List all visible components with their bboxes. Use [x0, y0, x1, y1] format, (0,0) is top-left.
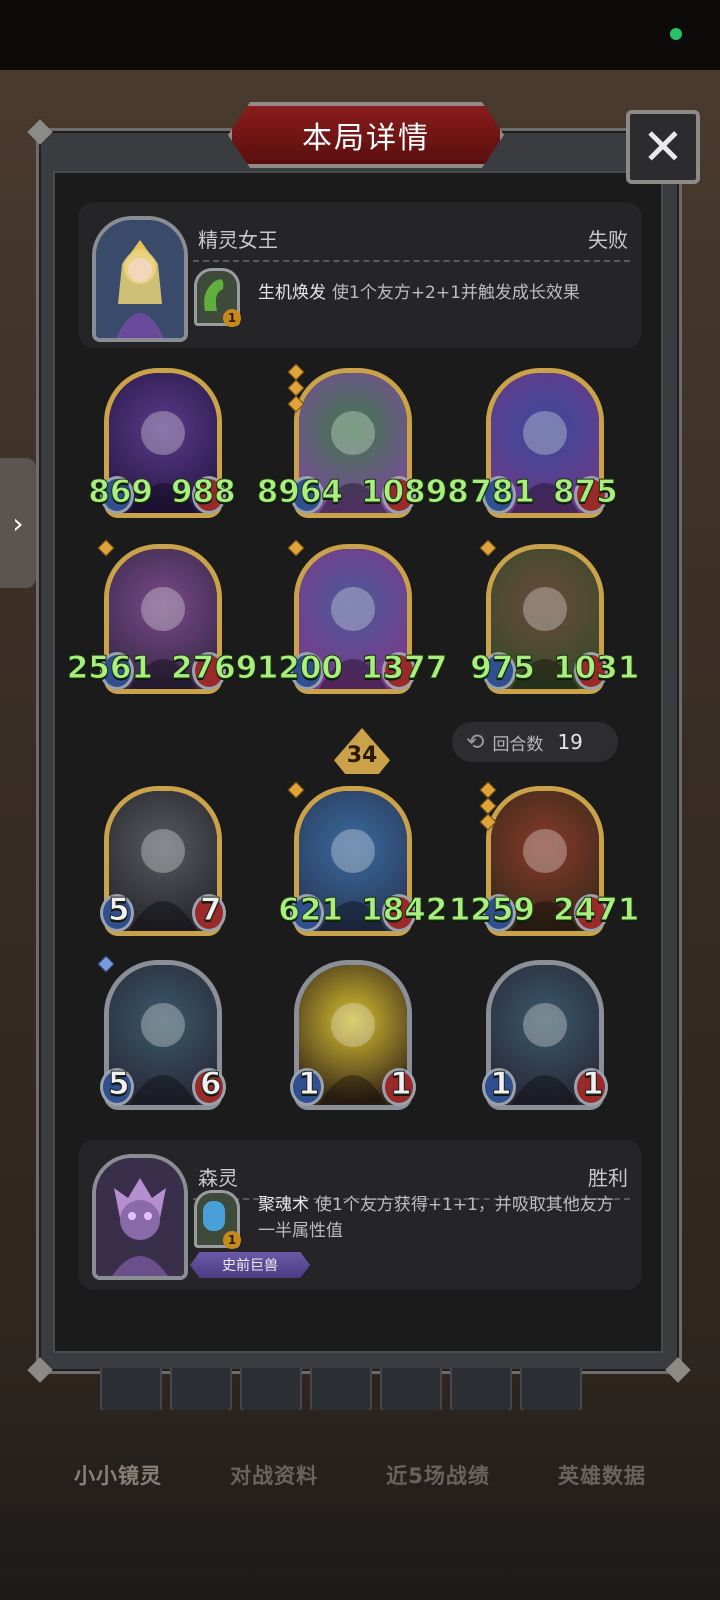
tribe-badge: 史前巨兽 — [190, 1252, 310, 1278]
health-value: 10898 — [361, 474, 470, 511]
match-result: 失败 — [588, 228, 628, 252]
health-value: 875 — [553, 474, 619, 511]
hero-portrait-elf-queen[interactable] — [92, 216, 188, 342]
hero-skill-icon[interactable]: 1 — [194, 268, 241, 327]
bottom-navigation — [0, 1410, 720, 1600]
tavern-tier-value: 34 — [346, 742, 378, 768]
thumbnail[interactable] — [380, 1368, 442, 1416]
attack-value: 1200 — [256, 650, 343, 687]
hero-skill-icon[interactable]: 1 — [194, 1190, 241, 1249]
attack-value: 1 — [490, 1066, 513, 1103]
health-value: 2471 — [552, 892, 640, 929]
attack-value: 1 — [298, 1066, 321, 1103]
hero-name: 精灵女王 — [198, 228, 278, 252]
round-label: 回合数 — [492, 734, 544, 755]
skill-name: 聚魂术 — [258, 1195, 309, 1215]
divider — [193, 260, 630, 262]
thumbnail[interactable] — [100, 1368, 162, 1416]
health-value: 1842 — [360, 892, 448, 929]
health-value: 7 — [200, 892, 223, 929]
thumbnail[interactable] — [450, 1368, 512, 1416]
skill-level-badge: 1 — [223, 1231, 241, 1249]
attack-value: 5 — [108, 1066, 131, 1103]
dialog-title: 本局详情 — [302, 121, 430, 156]
round-value: 19 — [557, 730, 583, 754]
thumbnail[interactable] — [310, 1368, 372, 1416]
health-value: 2769 — [170, 650, 258, 687]
status-indicator-dot — [670, 28, 682, 40]
opponent-hero-block: 精灵女王 失败 1 生机焕发 使1个友方+2+1并触发成长效果 — [78, 202, 642, 348]
skill-desc: 使1个友方获得+1+1，并吸取其他友方一半属性值 — [258, 1195, 614, 1241]
tab-battle-info[interactable]: 对战资料 — [230, 1460, 318, 1490]
health-value: 1031 — [552, 650, 640, 687]
bottom-tabs: 小小镜灵 对战资料 近5场战绩 英雄数据 — [0, 1460, 720, 1490]
attack-value: 781 — [470, 474, 536, 511]
thumbnail[interactable] — [170, 1368, 232, 1416]
hero-name: 森灵 — [198, 1166, 238, 1190]
hero-portrait-forest-spirit[interactable] — [92, 1154, 188, 1280]
thumbnail[interactable] — [520, 1368, 582, 1416]
close-button[interactable]: ✕ — [626, 110, 700, 184]
health-value: 1377 — [360, 650, 448, 687]
thumbnail[interactable] — [240, 1368, 302, 1416]
hero-skill-description: 聚魂术 使1个友方获得+1+1，并吸取其他友方一半属性值 — [258, 1192, 628, 1244]
skill-name: 生机焕发 — [258, 283, 326, 303]
skill-desc: 使1个友方+2+1并触发成长效果 — [332, 283, 580, 303]
refresh-icon: ⟲ — [466, 729, 485, 755]
health-value: 988 — [171, 474, 237, 511]
tab-little-spirit[interactable]: 小小镜灵 — [74, 1460, 162, 1490]
hero-skill-description: 生机焕发 使1个友方+2+1并触发成长效果 — [258, 280, 628, 306]
board-thumbnail-row — [100, 1368, 620, 1416]
attack-value: 2561 — [66, 650, 153, 687]
health-value: 6 — [200, 1066, 223, 1103]
skill-level-badge: 1 — [223, 309, 241, 327]
side-expand-tab[interactable]: › — [0, 458, 36, 588]
dialog-title-plate: 本局详情 — [228, 102, 504, 168]
match-result: 胜利 — [588, 1166, 628, 1190]
health-value: 1 — [582, 1066, 605, 1103]
attack-value: 5 — [108, 892, 131, 929]
round-counter: ⟲ 回合数 19 — [452, 722, 618, 762]
tab-recent-matches[interactable]: 近5场战绩 — [386, 1460, 490, 1490]
attack-value: 8964 — [256, 474, 343, 511]
attack-value: 975 — [470, 650, 536, 687]
close-icon: ✕ — [642, 118, 684, 176]
player-hero-block: 森灵 胜利 1 聚魂术 使1个友方获得+1+1，并吸取其他友方一半属性值 史前巨兽 — [78, 1140, 642, 1290]
status-bar — [0, 0, 720, 70]
attack-value: 621 — [278, 892, 344, 929]
tab-hero-data[interactable]: 英雄数据 — [558, 1460, 646, 1490]
attack-value: 1259 — [448, 892, 535, 929]
health-value: 1 — [390, 1066, 413, 1103]
attack-value: 869 — [88, 474, 154, 511]
chevron-right-icon: › — [12, 506, 24, 540]
